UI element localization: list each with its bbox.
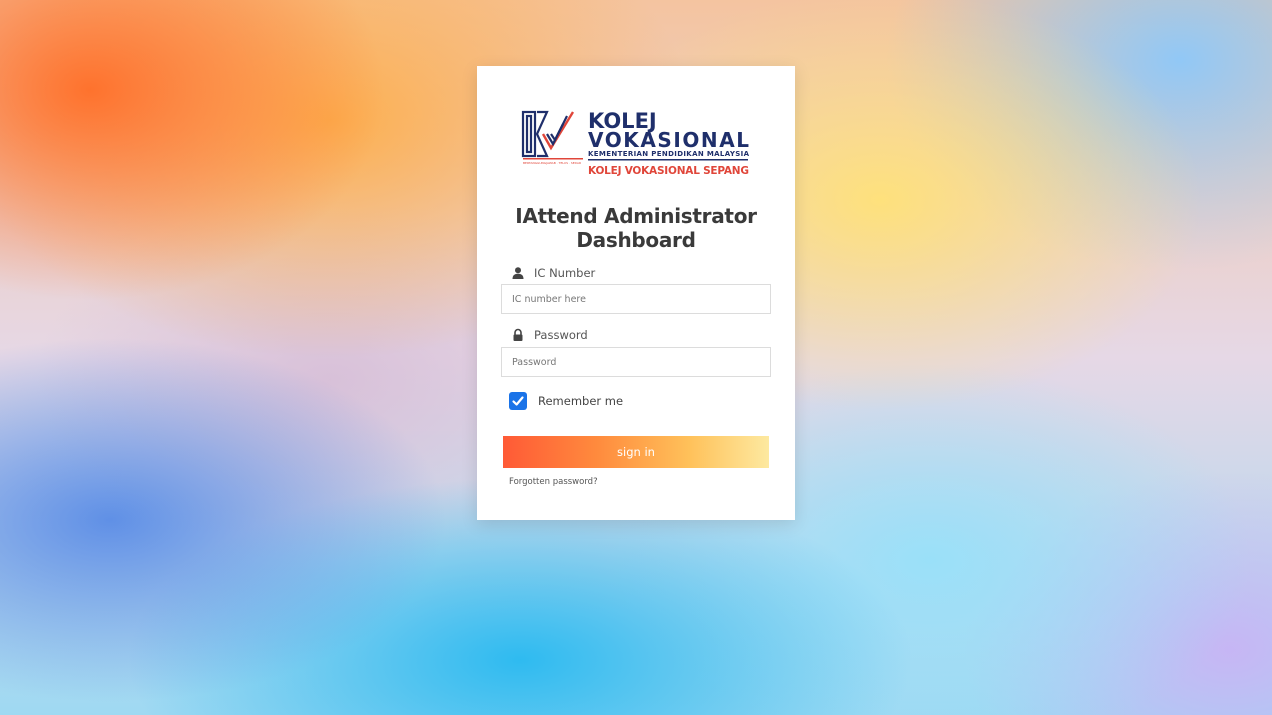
college-logo: BERTANGGUNGJAWAB · TELUS · SEDAR KOLEJ V…: [521, 108, 753, 178]
ic-number-input[interactable]: [501, 284, 771, 314]
password-label-text: Password: [534, 328, 588, 342]
page-title: IAttend Administrator Dashboard: [477, 204, 795, 252]
checkmark-icon: [512, 396, 524, 406]
sign-in-button[interactable]: sign in: [503, 436, 769, 468]
logo-line4: KOLEJ VOKASIONAL SEPANG: [588, 165, 749, 177]
logo-line3: KEMENTERIAN PENDIDIKAN MALAYSIA: [588, 150, 750, 158]
remember-me-label: Remember me: [538, 394, 624, 408]
lock-icon: [511, 328, 525, 342]
remember-me-checkbox[interactable]: [509, 392, 527, 410]
svg-text:BERTANGGUNGJAWAB · TELUS · SED: BERTANGGUNGJAWAB · TELUS · SEDAR: [523, 161, 581, 165]
login-card: BERTANGGUNGJAWAB · TELUS · SEDAR KOLEJ V…: [477, 66, 795, 520]
ic-number-label: IC Number: [511, 266, 595, 280]
logo-line2: VOKASIONAL: [588, 128, 749, 152]
page-title-line1: IAttend Administrator: [515, 204, 757, 228]
user-icon: [511, 266, 525, 280]
ic-number-label-text: IC Number: [534, 266, 596, 280]
password-label: Password: [511, 328, 588, 342]
forgot-password-link[interactable]: Forgotten password?: [509, 477, 598, 487]
remember-me-row[interactable]: Remember me: [509, 392, 623, 410]
password-input[interactable]: [501, 347, 771, 377]
page-title-line2: Dashboard: [576, 228, 696, 252]
